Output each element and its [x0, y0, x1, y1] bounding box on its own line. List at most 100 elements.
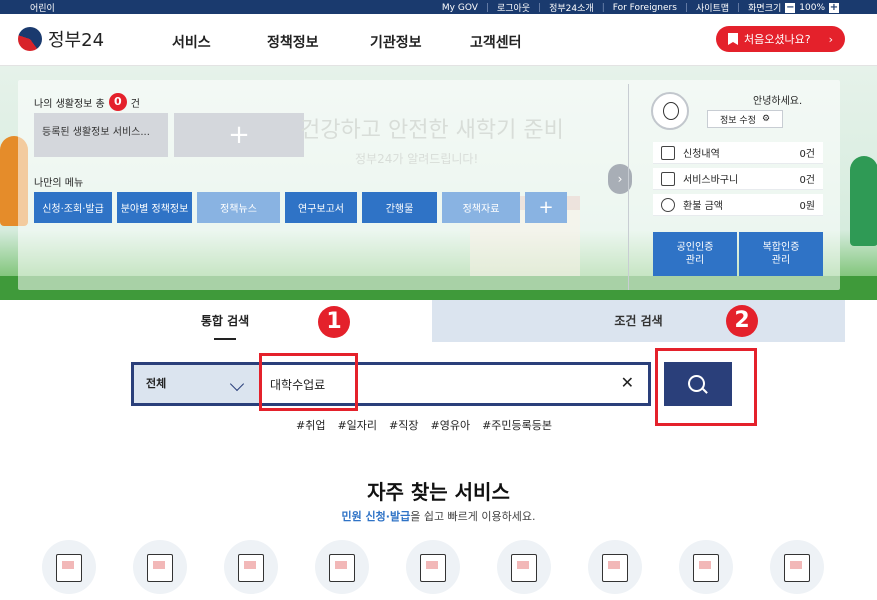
- frequent-services-subtitle: 민원 신청·발급을 쉽고 빠르게 이용하세요.: [0, 508, 877, 524]
- stat-value: 0원: [799, 201, 815, 212]
- service-basket-row[interactable]: 서비스바구니 0건: [653, 168, 823, 190]
- registered-life-info-card[interactable]: 등록된 생활정보 서비스...: [34, 113, 168, 157]
- subtitle-highlight: 민원 신청·발급: [341, 510, 411, 523]
- search-scope-value: 전체: [146, 377, 167, 390]
- foreigners-link[interactable]: For Foreigners: [605, 3, 685, 13]
- user-panel: 안녕하세요. 정보 수정 ⚙ 신청내역 0건 서비스바구니 0건 환불 금액 0…: [628, 84, 834, 290]
- add-life-info-button[interactable]: +: [174, 113, 304, 157]
- service-item[interactable]: [588, 540, 642, 594]
- nav-customer-center[interactable]: 고객센터: [470, 32, 550, 52]
- annotation-marker-1: 1: [318, 306, 350, 338]
- menu-research-report[interactable]: 연구보고서: [285, 192, 357, 223]
- zoom-value: 100%: [799, 2, 825, 13]
- nav-policy-info[interactable]: 정책정보: [267, 32, 370, 52]
- service-item[interactable]: [224, 540, 278, 594]
- nav-agency-info[interactable]: 기관정보: [370, 32, 470, 52]
- stat-label: 서비스바구니: [683, 175, 739, 186]
- menu-policy-by-field[interactable]: 분야별 정책정보: [117, 192, 192, 223]
- first-visit-button[interactable]: 처음오셨나요? ›: [716, 26, 845, 52]
- nav-services[interactable]: 서비스: [172, 32, 267, 52]
- bookmark-icon: [728, 33, 738, 45]
- online-apply-icon: [147, 554, 173, 582]
- hashtag-link[interactable]: #취업: [296, 417, 325, 433]
- menu-add-button[interactable]: +: [525, 192, 567, 223]
- tab-condition-search[interactable]: 조건 검색: [432, 300, 845, 342]
- annotation-box-1: [259, 353, 358, 411]
- life-info-label: 나의 생활정보 총: [34, 98, 105, 110]
- public-cert-button[interactable]: 공인인증 관리: [653, 232, 737, 276]
- complex-cert-button[interactable]: 복합인증 관리: [739, 232, 823, 276]
- search-scope-select[interactable]: 전체: [134, 365, 260, 403]
- main-nav: 서비스 정책정보 기관정보 고객센터: [172, 32, 550, 52]
- zoom-label: 화면크기: [748, 4, 782, 14]
- search-box: 전체 ✕: [131, 362, 651, 406]
- won-coin-icon: [661, 197, 675, 212]
- service-item[interactable]: [770, 540, 824, 594]
- menu-policy-materials[interactable]: 정책자료: [442, 192, 520, 223]
- menu-apply-issue[interactable]: 신청·조회·발급: [34, 192, 112, 223]
- statistics-icon: [784, 554, 810, 582]
- zoom-in-button[interactable]: +: [829, 2, 839, 13]
- first-visit-label: 처음오셨나요?: [744, 33, 811, 46]
- service-item[interactable]: [497, 540, 551, 594]
- stat-value: 0건: [799, 149, 815, 160]
- stat-label: 신청내역: [683, 149, 720, 160]
- site-logo[interactable]: 정부24: [18, 26, 104, 52]
- house-icon: [693, 554, 719, 582]
- checklist-icon: [661, 145, 675, 160]
- menu-publications[interactable]: 간행물: [362, 192, 437, 223]
- location-map-icon: [511, 554, 537, 582]
- utility-links: My GOV | 로그아웃 | 정부24소개 | For Foreigners | 사이…: [434, 1, 839, 14]
- site-header: 정부24 서비스 정책정보 기관정보 고객센터 처음오셨나요? ›: [0, 14, 877, 66]
- chevron-right-icon: ›: [828, 32, 833, 46]
- life-info-count-badge: 0: [108, 93, 127, 111]
- utility-bar: 어린이 My GOV | 로그아웃 | 정부24소개 | For Foreigners…: [0, 0, 877, 14]
- service-item[interactable]: [42, 540, 96, 594]
- hashtag-link[interactable]: #영유아: [431, 417, 471, 433]
- sitemap-link[interactable]: 사이트맵: [688, 1, 737, 14]
- stat-label: 환불 금액: [683, 201, 723, 212]
- frequent-services-title: 자주 찾는 서비스: [367, 480, 510, 504]
- kids-link[interactable]: 어린이: [30, 1, 55, 14]
- application-history-row[interactable]: 신청내역 0건: [653, 142, 823, 164]
- student-illustration-right: [850, 156, 877, 246]
- service-item[interactable]: [315, 540, 369, 594]
- avatar-icon: [651, 92, 689, 130]
- annotation-marker-2: 2: [726, 305, 758, 337]
- list-document-icon: [329, 554, 355, 582]
- stat-value: 0건: [799, 175, 815, 186]
- annotation-box-2: [655, 348, 757, 426]
- hero-subtitle: 정부24가 알려드립니다!: [355, 152, 479, 166]
- id-card-icon: [56, 554, 82, 582]
- tab-integrated-search[interactable]: 통합 검색: [18, 300, 432, 342]
- mygov-link[interactable]: My GOV: [434, 3, 486, 13]
- life-info-unit: 건: [130, 98, 140, 110]
- hero-title: 건강하고 안전한 새학기 준비: [300, 118, 564, 143]
- logout-link[interactable]: 로그아웃: [489, 1, 538, 14]
- about-link[interactable]: 정부24소개: [541, 1, 602, 14]
- document-search-icon: [238, 554, 264, 582]
- hashtag-link[interactable]: #일자리: [337, 417, 377, 433]
- clear-search-button[interactable]: ✕: [621, 373, 634, 392]
- frequent-services-row: [42, 540, 861, 594]
- refund-amount-row[interactable]: 환불 금액 0원: [653, 194, 823, 216]
- service-item[interactable]: [133, 540, 187, 594]
- hashtag-link[interactable]: #직장: [389, 417, 418, 433]
- popular-hashtags: #취업 #일자리 #직장 #영유아 #주민등록등본: [296, 417, 552, 433]
- car-document-icon: [602, 554, 628, 582]
- zoom-control: 화면크기 − 100% +: [740, 1, 839, 14]
- zoom-out-button[interactable]: −: [785, 2, 796, 13]
- taegeuk-logo-icon: [18, 27, 42, 51]
- service-item[interactable]: [679, 540, 733, 594]
- menu-policy-news[interactable]: 정책뉴스: [197, 192, 280, 223]
- cart-icon: [661, 171, 675, 186]
- greeting: 안녕하세요.: [753, 96, 803, 107]
- edit-info-button[interactable]: 정보 수정 ⚙: [707, 110, 783, 128]
- subtitle-rest: 을 쉽고 빠르게 이용하세요.: [410, 510, 536, 523]
- my-menu-title: 나만의 메뉴: [34, 178, 84, 189]
- service-item[interactable]: [406, 540, 460, 594]
- life-info-title: 나의 생활정보 총 0 건: [34, 93, 140, 111]
- chevron-down-icon: [229, 376, 245, 392]
- edit-info-label: 정보 수정: [719, 115, 756, 126]
- hashtag-link[interactable]: #주민등록등본: [482, 417, 552, 433]
